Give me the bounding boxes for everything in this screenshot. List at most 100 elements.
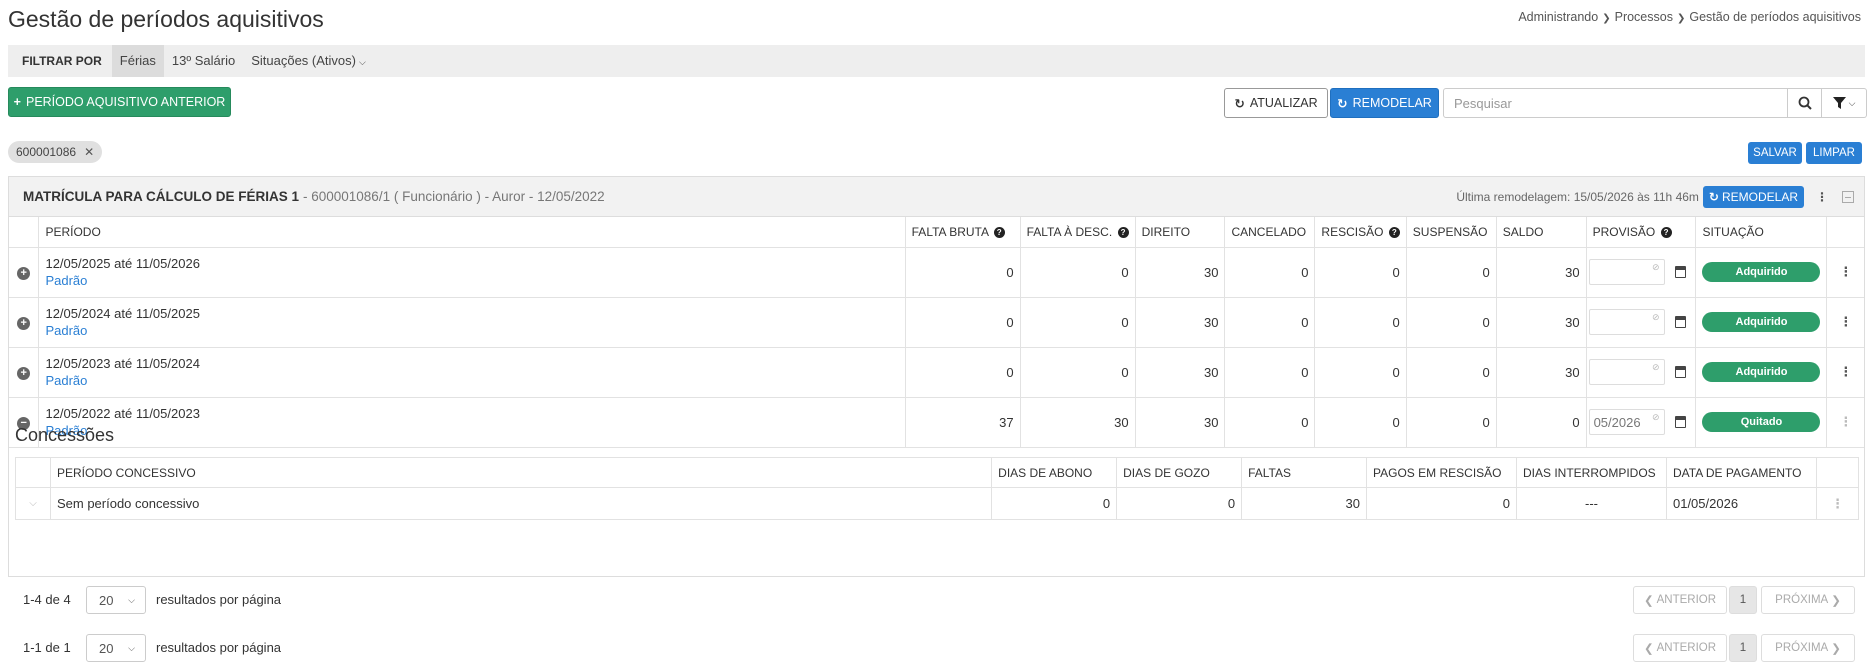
save-button[interactable]: SALVAR bbox=[1748, 142, 1802, 164]
cell-saldo: 30 bbox=[1495, 296, 1587, 348]
clear-icon[interactable]: ⊘ bbox=[1652, 412, 1660, 423]
enrollment-panel: MATRÍCULA PARA CÁLCULO DE FÉRIAS 1 - 600… bbox=[8, 176, 1865, 577]
cell-falta-bruta: 0 bbox=[904, 346, 1021, 398]
refresh-icon: ↻ bbox=[1337, 96, 1348, 111]
page-number-button[interactable]: 1 bbox=[1729, 586, 1757, 614]
cell-suspensao: 0 bbox=[1405, 296, 1497, 348]
prev-period-button[interactable]: + PERÍODO AQUISITIVO ANTERIOR bbox=[8, 87, 231, 117]
next-page-button[interactable]: PRÓXIMA ❯ bbox=[1761, 586, 1855, 614]
prev-page-label: ANTERIOR bbox=[1656, 642, 1717, 654]
help-icon[interactable]: ? bbox=[1660, 226, 1672, 238]
chevron-down-icon[interactable]: ⌵ bbox=[15, 487, 51, 520]
help-icon[interactable]: ? bbox=[993, 226, 1005, 238]
header-situacao: SITUAÇÃO bbox=[1695, 217, 1828, 248]
clear-icon[interactable]: ⊘ bbox=[1652, 262, 1660, 273]
cell-rescisao: 0 bbox=[1314, 246, 1407, 298]
result-count: 1-4 de 4 bbox=[23, 592, 71, 607]
cell-direito: 30 bbox=[1134, 246, 1226, 298]
prev-page-button[interactable]: ❮ ANTERIOR bbox=[1633, 586, 1727, 614]
advanced-filter-button[interactable]: ⌵ bbox=[1822, 88, 1867, 118]
expand-plus-icon[interactable]: + bbox=[17, 317, 31, 330]
cell-rescisao: 0 bbox=[1314, 296, 1407, 348]
search-input[interactable]: Pesquisar bbox=[1443, 88, 1788, 118]
provision-input[interactable]: ⊘ bbox=[1588, 259, 1665, 285]
kebab-menu-icon[interactable]: ⋮ bbox=[1816, 190, 1828, 204]
header-periodo-concessivo: PERÍODO CONCESSIVO bbox=[49, 457, 993, 488]
search-icon bbox=[1798, 96, 1812, 110]
collapse-icon[interactable] bbox=[1842, 191, 1854, 203]
calendar-icon[interactable] bbox=[1674, 416, 1686, 428]
breadcrumb-item[interactable]: Processos bbox=[1615, 10, 1673, 24]
clear-icon[interactable]: ⊘ bbox=[1652, 362, 1660, 373]
header-falta-bruta-label: FALTA BRUTA bbox=[911, 224, 989, 239]
cell-falta-bruta: 0 bbox=[904, 246, 1021, 298]
provision-input[interactable]: ⊘ bbox=[1588, 309, 1665, 335]
cell-saldo: 0 bbox=[1495, 396, 1587, 448]
help-icon[interactable]: ? bbox=[1388, 226, 1400, 238]
next-page-button[interactable]: PRÓXIMA ❯ bbox=[1761, 634, 1855, 662]
calendar-icon[interactable] bbox=[1674, 266, 1686, 278]
cell-rescisao: 0 bbox=[1314, 396, 1407, 448]
expand-plus-icon[interactable]: + bbox=[17, 367, 31, 380]
row-menu-icon[interactable]: ⋮ bbox=[1826, 296, 1864, 348]
header-dias-abono: DIAS DE ABONO bbox=[991, 457, 1118, 488]
chevron-right-icon: ❯ bbox=[1602, 13, 1611, 24]
calendar-icon[interactable] bbox=[1674, 316, 1686, 328]
cell-saldo: 30 bbox=[1495, 346, 1587, 398]
period-type-link[interactable]: Padrão bbox=[45, 322, 898, 339]
clear-button[interactable]: LIMPAR bbox=[1806, 142, 1862, 164]
chevron-right-icon: ❯ bbox=[1831, 643, 1841, 655]
filter-ferias[interactable]: Férias bbox=[111, 45, 164, 77]
table-row: − 12/05/2022 até 11/05/2023 Padrão 37 30 … bbox=[9, 396, 1864, 448]
provision-input[interactable]: ⊘ bbox=[1588, 359, 1665, 385]
filter-icon bbox=[1832, 97, 1846, 109]
cell-pagos-rescisao: 0 bbox=[1366, 487, 1517, 520]
remodel-button[interactable]: ↻ REMODELAR bbox=[1330, 88, 1439, 118]
panel-remodel-button[interactable]: ↻ REMODELAR bbox=[1702, 186, 1804, 208]
period-range: 12/05/2025 até 11/05/2026 bbox=[45, 256, 200, 271]
cell-falta-bruta: 37 bbox=[904, 396, 1021, 448]
page-number-button[interactable]: 1 bbox=[1729, 634, 1757, 662]
table-header-row: PERÍODO CONCESSIVO DIAS DE ABONO DIAS DE… bbox=[15, 457, 1860, 488]
per-page-select[interactable]: 20 ⌵ bbox=[86, 634, 146, 662]
per-page-value: 20 bbox=[99, 640, 114, 656]
header-provisao-label: PROVISÃO bbox=[1592, 224, 1656, 239]
filter-situacoes[interactable]: Situações (Ativos) ⌵ bbox=[243, 45, 374, 77]
provision-input[interactable]: 05/2026 ⊘ bbox=[1588, 409, 1665, 435]
status-badge: Adquirido bbox=[1702, 262, 1821, 282]
filter-13-salario[interactable]: 13º Salário bbox=[164, 45, 243, 77]
header-rescisao: RESCISÃO ? bbox=[1314, 217, 1407, 248]
update-label: ATUALIZAR bbox=[1249, 96, 1318, 110]
period-type-link[interactable]: Padrão bbox=[45, 272, 898, 289]
period-range: 12/05/2022 até 11/05/2023 bbox=[45, 406, 200, 421]
clear-icon[interactable]: ⊘ bbox=[1652, 312, 1660, 323]
period-type-link[interactable]: Padrão bbox=[45, 372, 898, 389]
help-icon[interactable]: ? bbox=[1117, 226, 1129, 238]
table-row: + 12/05/2024 até 11/05/2025 Padrão 0 0 30… bbox=[9, 296, 1864, 348]
update-button[interactable]: ↻ ATUALIZAR bbox=[1224, 88, 1328, 118]
pagination-periods: 1-4 de 4 20 ⌵ resultados por página ❮ ANTE… bbox=[8, 584, 1865, 616]
prev-page-button[interactable]: ❮ ANTERIOR bbox=[1633, 634, 1727, 662]
filter-bar: FILTRAR POR Férias 13º Salário Situações… bbox=[8, 45, 1865, 77]
close-icon[interactable]: ✕ bbox=[84, 145, 94, 159]
header-rescisao-label: RESCISÃO bbox=[1321, 224, 1384, 239]
cell-dias-interrompidos: --- bbox=[1516, 487, 1667, 520]
row-menu-icon[interactable]: ⋮ bbox=[1826, 246, 1864, 298]
breadcrumb-item[interactable]: Administrando bbox=[1518, 10, 1598, 24]
header-data-pagamento: DATA DE PAGAMENTO bbox=[1665, 457, 1817, 488]
table-header-row: PERÍODO FALTA BRUTA ? FALTA À DESC. ? DI… bbox=[9, 217, 1864, 248]
period-type-link[interactable]: Padrão bbox=[45, 422, 898, 439]
row-menu-icon[interactable]: ⋮ bbox=[1826, 396, 1864, 448]
expand-plus-icon[interactable]: + bbox=[17, 267, 31, 280]
period-range: 12/05/2024 até 11/05/2025 bbox=[45, 306, 200, 321]
cell-suspensao: 0 bbox=[1405, 246, 1497, 298]
calendar-icon[interactable] bbox=[1674, 366, 1686, 378]
header-provisao: PROVISÃO ? bbox=[1585, 217, 1697, 248]
pagination-concessions: 1-1 de 1 20 ⌵ resultados por página ❮ ANTE… bbox=[8, 632, 1865, 664]
provision-value: 05/2026 bbox=[1593, 414, 1641, 430]
row-menu-icon[interactable]: ⋮ bbox=[1815, 487, 1860, 520]
cell-cancelado: 0 bbox=[1224, 346, 1316, 398]
per-page-select[interactable]: 20 ⌵ bbox=[86, 586, 146, 614]
row-menu-icon[interactable]: ⋮ bbox=[1826, 346, 1864, 398]
search-button[interactable] bbox=[1788, 88, 1822, 118]
